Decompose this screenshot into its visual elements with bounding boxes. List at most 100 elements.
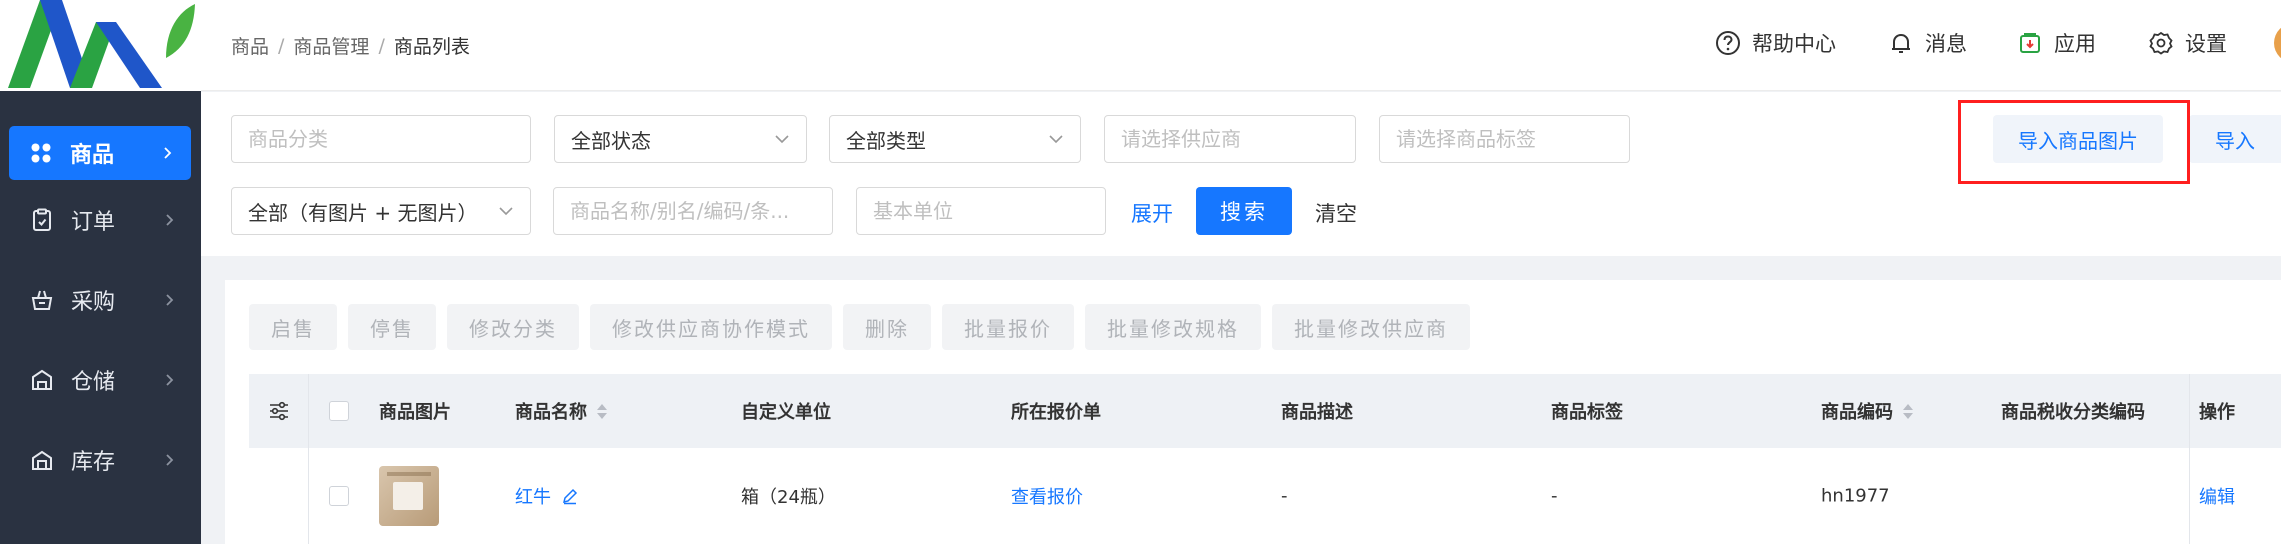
category-input[interactable] (248, 127, 514, 151)
row-checkbox[interactable] (329, 486, 349, 506)
basket-icon (30, 288, 54, 312)
help-center-link[interactable]: 帮助中心 (1715, 28, 1836, 58)
clipboard-icon (30, 208, 54, 232)
supplier-input[interactable] (1121, 127, 1339, 151)
sidebar-item-label: 采购 (71, 290, 116, 315)
image-filter-value: 全部（有图片 + 无图片） (248, 200, 478, 225)
settings-label: 设置 (2185, 32, 2227, 56)
tag-select[interactable] (1379, 115, 1630, 163)
sidebar-item-label: 库存 (71, 450, 116, 475)
view-quote-link[interactable]: 查看报价 (1011, 483, 1083, 509)
batch-edit-supplier-button[interactable]: 批量修改供应商 (1272, 304, 1470, 350)
help-center-label: 帮助中心 (1752, 32, 1836, 56)
sidebar-item-warehouse[interactable]: 仓储 (0, 340, 201, 420)
import-button[interactable]: 导入 (2189, 115, 2281, 163)
table-header: 商品图片 商品名称 自定义单位 所在报价单 商品描述 商品标签 商品编码 商品税… (249, 374, 2281, 448)
col-tag: 商品标签 (1551, 402, 1623, 423)
col-code-label: 商品编码 (1821, 402, 1893, 423)
col-tax: 商品税收分类编码 (2001, 402, 2145, 423)
row-spacer (249, 448, 309, 544)
chevron-right-icon (166, 214, 174, 226)
col-quote: 所在报价单 (1011, 402, 1101, 423)
status-select-value: 全部状态 (571, 128, 651, 153)
edit-link[interactable]: 编辑 (2199, 483, 2235, 509)
col-desc: 商品描述 (1281, 402, 1353, 423)
col-op: 操作 (2199, 402, 2235, 423)
table-row: 红牛 箱（24瓶） 查看报价 - - hn1977 编辑 (249, 448, 2281, 544)
apps-label: 应用 (2054, 32, 2096, 56)
batch-quote-button[interactable]: 批量报价 (942, 304, 1074, 350)
apps-link[interactable]: 应用 (2017, 28, 2096, 58)
chevron-down-icon (775, 135, 789, 144)
breadcrumb-current: 商品列表 (393, 36, 470, 58)
sidebar-item-label: 订单 (71, 210, 116, 235)
sidebar-item-purchase[interactable]: 采购 (0, 260, 201, 340)
app-store-icon (2020, 33, 2040, 53)
goods-list-panel: 启售 停售 修改分类 修改供应商协作模式 删除 批量报价 批量修改规格 批量修改… (225, 280, 2281, 544)
sidebar-menu: 商品 订单 采购 仓储 库存 (0, 91, 201, 500)
status-select[interactable]: 全部状态 (554, 115, 807, 163)
product-description: - (1281, 485, 1288, 507)
brand-logo-icon (8, 0, 195, 88)
grid-icon (29, 141, 53, 165)
name-search-input[interactable] (570, 199, 816, 223)
bulk-actions-bar: 启售 停售 修改分类 修改供应商协作模式 删除 批量报价 批量修改规格 批量修改… (249, 304, 1470, 350)
edit-supplier-mode-button[interactable]: 修改供应商协作模式 (590, 304, 832, 350)
messages-link[interactable]: 消息 (1888, 28, 1967, 58)
unit-field[interactable] (856, 187, 1106, 235)
goods-table: 商品图片 商品名称 自定义单位 所在报价单 商品描述 商品标签 商品编码 商品税… (249, 374, 2281, 544)
product-tag: - (1551, 485, 1558, 507)
sort-icon (1903, 403, 1913, 419)
chevron-down-icon (499, 207, 513, 216)
edit-pencil-icon[interactable] (561, 487, 579, 505)
sidebar-item-stock[interactable]: 库存 (0, 420, 201, 500)
logo (0, 0, 201, 91)
sidebar: 商品 订单 采购 仓储 库存 (0, 0, 201, 544)
sliders-icon (269, 401, 288, 421)
type-select[interactable]: 全部类型 (829, 115, 1081, 163)
select-all-checkbox[interactable] (329, 401, 349, 421)
breadcrumb-separator: / (378, 34, 385, 57)
col-name-sortable[interactable]: 商品名称 (515, 398, 607, 424)
gear-icon (2149, 31, 2173, 55)
tag-input[interactable] (1396, 127, 1613, 151)
category-field[interactable] (231, 115, 531, 163)
column-settings-button[interactable] (249, 374, 309, 448)
type-select-value: 全部类型 (846, 128, 926, 153)
chevron-down-icon (1049, 135, 1063, 144)
supplier-select[interactable] (1104, 115, 1356, 163)
col-code-sortable[interactable]: 商品编码 (1821, 398, 1913, 424)
sidebar-item-orders[interactable]: 订单 (0, 180, 201, 260)
image-filter-select[interactable]: 全部（有图片 + 无图片） (231, 187, 531, 235)
help-icon (1716, 31, 1740, 55)
start-sale-button[interactable]: 启售 (249, 304, 337, 350)
name-search-field[interactable] (553, 187, 833, 235)
breadcrumb-goods-management[interactable]: 商品管理 (293, 32, 369, 59)
col-image: 商品图片 (379, 402, 451, 423)
operation-column-divider (2189, 374, 2190, 448)
delete-button[interactable]: 删除 (843, 304, 931, 350)
highlight-box (1958, 100, 2190, 184)
product-unit: 箱（24瓶） (741, 487, 836, 508)
product-image[interactable] (379, 466, 439, 526)
unit-input[interactable] (873, 199, 1089, 223)
stop-sale-button[interactable]: 停售 (348, 304, 436, 350)
chevron-right-icon (166, 454, 174, 466)
sidebar-item-label: 仓储 (71, 370, 116, 395)
breadcrumb: 商品 / 商品管理 / 商品列表 (231, 32, 470, 59)
product-name-link[interactable]: 红牛 (515, 483, 579, 509)
sort-icon (597, 403, 607, 419)
search-button[interactable]: 搜索 (1196, 187, 1292, 235)
sidebar-item-goods[interactable]: 商品 (9, 126, 191, 180)
sidebar-item-label: 商品 (70, 143, 115, 168)
stock-icon (30, 448, 54, 472)
col-name-label: 商品名称 (515, 402, 587, 423)
clear-button[interactable]: 清空 (1315, 198, 1357, 228)
user-avatar[interactable] (2274, 23, 2281, 63)
settings-link[interactable]: 设置 (2148, 28, 2227, 58)
expand-link[interactable]: 展开 (1131, 198, 1173, 228)
breadcrumb-goods[interactable]: 商品 (231, 32, 269, 59)
chevron-right-icon (164, 147, 172, 159)
batch-edit-spec-button[interactable]: 批量修改规格 (1085, 304, 1261, 350)
edit-category-button[interactable]: 修改分类 (447, 304, 579, 350)
